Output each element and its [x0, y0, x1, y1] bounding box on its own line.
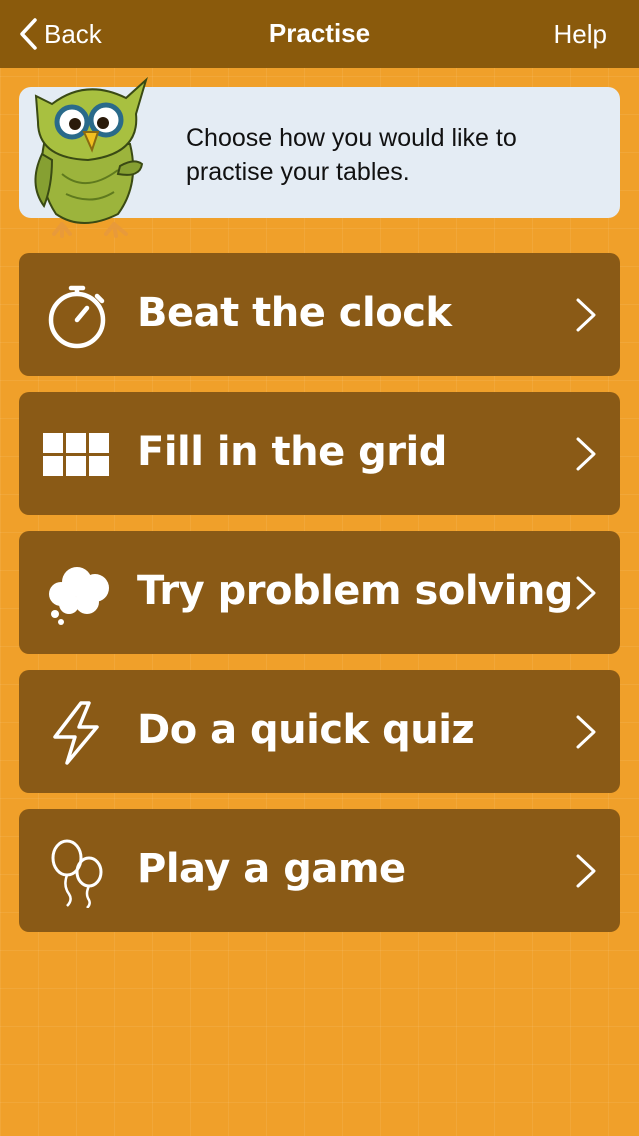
- menu-item-fill-in-the-grid[interactable]: Fill in the grid: [19, 392, 620, 515]
- intro-text: Choose how you would like to practise yo…: [186, 124, 517, 186]
- help-button[interactable]: Help: [554, 19, 607, 50]
- menu-item-label: Do a quick quiz: [137, 707, 475, 753]
- page-title: Practise: [268, 18, 371, 48]
- menu-item-label: Play a game: [137, 846, 406, 892]
- chevron-right-icon: [576, 437, 596, 471]
- menu-item-do-a-quick-quiz[interactable]: Do a quick quiz: [19, 670, 620, 793]
- chevron-right-icon: [576, 298, 596, 332]
- menu-item-label: Fill in the grid: [137, 429, 447, 475]
- owl-mascot-icon: [34, 76, 148, 238]
- menu-item-label: Beat the clock: [137, 290, 452, 336]
- menu-item-try-problem-solving[interactable]: Try problem solving: [19, 531, 620, 654]
- menu-item-beat-the-clock[interactable]: Beat the clock: [19, 253, 620, 376]
- chevron-right-icon: [576, 854, 596, 888]
- thought-cloud-icon: [49, 567, 109, 625]
- lightning-icon: [53, 701, 99, 765]
- menu-item-label: Try problem solving: [137, 568, 573, 614]
- chevron-right-icon: [576, 715, 596, 749]
- menu-item-play-a-game[interactable]: Play a game: [19, 809, 620, 932]
- nav-bar: Back Practise Help: [0, 0, 639, 68]
- balloons-icon: [51, 839, 103, 908]
- grid-icon: [43, 433, 109, 476]
- stopwatch-icon: [48, 285, 106, 349]
- chevron-right-icon: [576, 576, 596, 610]
